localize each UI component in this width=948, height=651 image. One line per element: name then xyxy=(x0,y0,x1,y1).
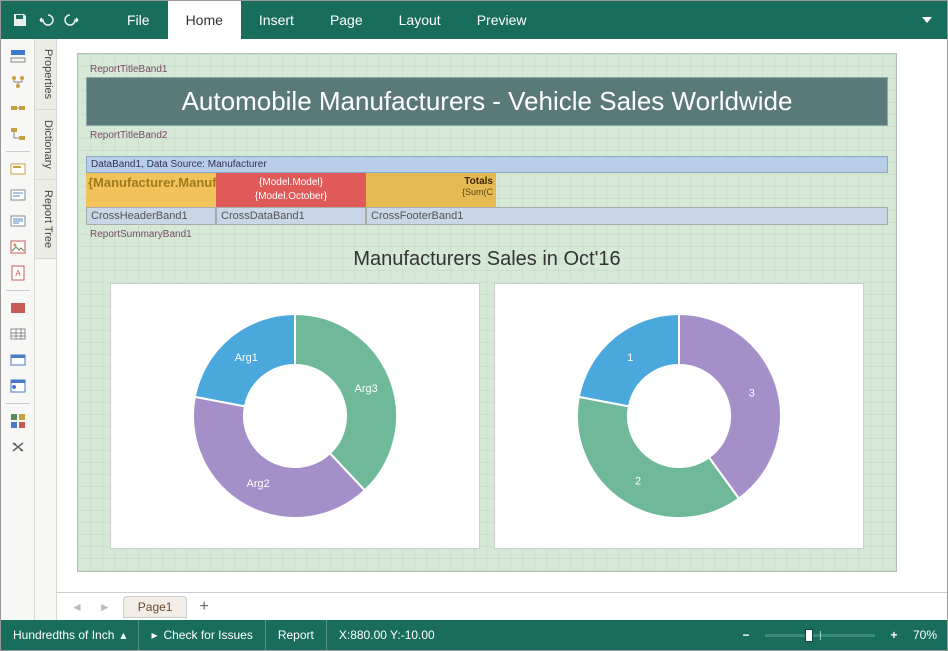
tool-label-icon[interactable] xyxy=(6,158,30,180)
band-label: ReportSummaryBand1 xyxy=(86,227,888,242)
cross-data-l1: {Model.Model} xyxy=(219,176,363,190)
main-area: A Properties Dictionary Report Tree Repo… xyxy=(1,39,947,620)
cross-header-cell[interactable]: {Manufacturer.Manufacturer} xyxy=(86,173,216,207)
undo-icon[interactable] xyxy=(33,7,59,33)
tool-image-icon[interactable] xyxy=(6,236,30,258)
tool-flow-icon[interactable] xyxy=(6,123,30,145)
tab-file[interactable]: File xyxy=(109,1,168,39)
tool-panel-icon[interactable] xyxy=(6,297,30,319)
play-icon: ▸ xyxy=(151,628,157,642)
tool-richtext-icon[interactable] xyxy=(6,210,30,232)
status-units[interactable]: Hundredths of Inch ▴ xyxy=(1,620,139,650)
zoom-slider-thumb[interactable] xyxy=(805,629,813,642)
add-page-icon[interactable]: + xyxy=(191,598,216,616)
tab-preview[interactable]: Preview xyxy=(459,1,545,39)
charts-row: Arg1 Arg2 Arg3 1 2 3 xyxy=(86,277,888,561)
cross-footer-cell[interactable]: Totals {Sum(C xyxy=(366,173,496,207)
svg-text:Arg2: Arg2 xyxy=(247,478,270,490)
status-coords: X:880.00 Y:-10.00 xyxy=(327,620,447,650)
band-label: DataBand1, Data Source: Manufacturer xyxy=(86,156,888,173)
save-icon[interactable] xyxy=(7,7,33,33)
redo-icon[interactable] xyxy=(59,7,85,33)
page-tabs-bar: ◄ ► Page1 + xyxy=(57,592,947,620)
chart-1[interactable]: Arg1 Arg2 Arg3 xyxy=(110,283,480,549)
status-units-label: Hundredths of Inch xyxy=(13,628,114,642)
ribbon-expand-icon[interactable] xyxy=(907,1,947,39)
zoom-control: − + 70% xyxy=(727,620,947,650)
zoom-out-button[interactable]: − xyxy=(737,626,755,644)
tool-window-icon[interactable] xyxy=(6,349,30,371)
svg-text:Arg3: Arg3 xyxy=(355,383,378,395)
panel-properties[interactable]: Properties xyxy=(35,39,56,110)
report-title-text[interactable]: Automobile Manufacturers - Vehicle Sales… xyxy=(86,77,888,126)
status-bar: Hundredths of Inch ▴ ▸ Check for Issues … xyxy=(1,620,947,650)
band-label: ReportTitleBand1 xyxy=(86,62,888,77)
design-canvas[interactable]: ReportTitleBand1 Automobile Manufacturer… xyxy=(57,39,947,592)
report-page[interactable]: ReportTitleBand1 Automobile Manufacturer… xyxy=(77,53,897,572)
tool-settings-icon[interactable] xyxy=(6,436,30,458)
tool-arrange-top-icon[interactable] xyxy=(6,45,30,67)
svg-text:A: A xyxy=(15,269,21,278)
band-summary[interactable]: ReportSummaryBand1 Manufacturers Sales i… xyxy=(86,227,888,561)
tab-home[interactable]: Home xyxy=(168,1,241,39)
tab-layout[interactable]: Layout xyxy=(381,1,459,39)
cross-data-band-label[interactable]: CrossDataBand1 xyxy=(216,207,366,225)
totals-expr: {Sum(C xyxy=(369,187,493,197)
cross-footer-band-label[interactable]: CrossFooterBand1 xyxy=(366,207,888,225)
band-data[interactable]: DataBand1, Data Source: Manufacturer {Ma… xyxy=(86,156,888,225)
tool-hierarchy-icon[interactable] xyxy=(6,71,30,93)
band-report-title1[interactable]: ReportTitleBand1 Automobile Manufacturer… xyxy=(86,62,888,126)
tool-text-icon[interactable] xyxy=(6,184,30,206)
panel-dictionary[interactable]: Dictionary xyxy=(35,110,56,180)
band-report-title2[interactable]: ReportTitleBand2 xyxy=(86,128,888,154)
panel-report-tree[interactable]: Report Tree xyxy=(35,180,56,259)
totals-label: Totals xyxy=(369,176,493,187)
zoom-slider[interactable] xyxy=(765,634,875,637)
status-report[interactable]: Report xyxy=(266,620,327,650)
svg-text:Arg1: Arg1 xyxy=(235,352,258,364)
status-check-issues[interactable]: ▸ Check for Issues xyxy=(139,620,265,650)
cross-header-band-label[interactable]: CrossHeaderBand1 xyxy=(86,207,216,225)
tool-grid-icon[interactable] xyxy=(6,410,30,432)
chart-2[interactable]: 1 2 3 xyxy=(494,283,864,549)
ribbon-tabs: File Home Insert Page Layout Preview xyxy=(109,1,544,39)
cross-data-l2: {Model.October} xyxy=(219,190,363,204)
tool-connect-icon[interactable] xyxy=(6,97,30,119)
toolbox: A xyxy=(1,39,35,620)
ribbon: File Home Insert Page Layout Preview xyxy=(1,1,947,39)
status-check-label: Check for Issues xyxy=(163,628,252,642)
tool-table-icon[interactable] xyxy=(6,323,30,345)
chart-title[interactable]: Manufacturers Sales in Oct'16 xyxy=(86,242,888,277)
tool-report-icon[interactable]: A xyxy=(6,262,30,284)
tab-prev-icon[interactable]: ◄ xyxy=(63,600,91,614)
chevron-up-icon: ▴ xyxy=(120,628,126,642)
zoom-in-button[interactable]: + xyxy=(885,626,903,644)
cross-data-cell[interactable]: {Model.Model} {Model.October} xyxy=(216,173,366,207)
band-label: ReportTitleBand2 xyxy=(86,128,888,143)
svg-text:2: 2 xyxy=(635,476,641,488)
tab-insert[interactable]: Insert xyxy=(241,1,312,39)
svg-text:1: 1 xyxy=(627,352,633,364)
page-tab-1[interactable]: Page1 xyxy=(123,596,188,618)
side-panels: Properties Dictionary Report Tree xyxy=(35,39,57,620)
zoom-value: 70% xyxy=(913,628,937,642)
canvas-wrap: ReportTitleBand1 Automobile Manufacturer… xyxy=(57,39,947,620)
tab-next-icon[interactable]: ► xyxy=(91,600,119,614)
tab-page[interactable]: Page xyxy=(312,1,381,39)
svg-text:3: 3 xyxy=(749,387,755,399)
tool-browser-icon[interactable] xyxy=(6,375,30,397)
